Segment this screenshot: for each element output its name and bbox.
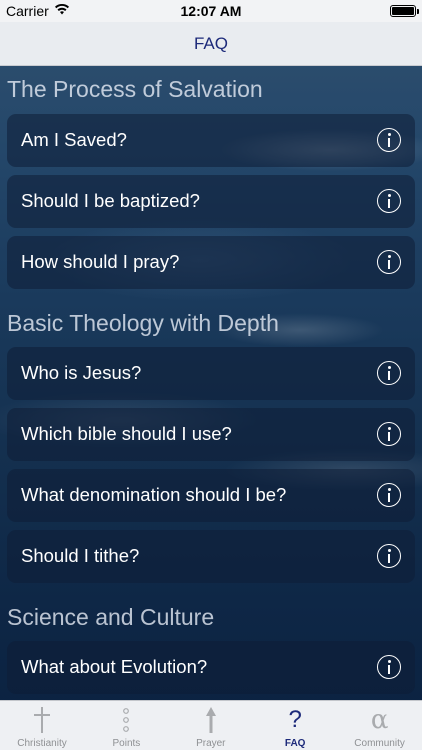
faq-row-label: What about Evolution? bbox=[21, 656, 208, 677]
info-icon[interactable] bbox=[377, 422, 401, 446]
info-icon[interactable] bbox=[377, 128, 401, 152]
faq-row-baptized[interactable]: Should I be baptized? bbox=[7, 175, 415, 228]
alpha-icon: α bbox=[370, 705, 389, 735]
faq-row-am-i-saved[interactable]: Am I Saved? bbox=[7, 114, 415, 167]
status-bar: Carrier 12:07 AM bbox=[0, 0, 422, 22]
status-time: 12:07 AM bbox=[180, 3, 242, 19]
info-icon[interactable] bbox=[377, 250, 401, 274]
tab-points[interactable]: Points bbox=[84, 701, 168, 750]
tab-label: FAQ bbox=[284, 738, 306, 749]
dots-icon bbox=[84, 706, 168, 734]
faq-row-who-is-jesus[interactable]: Who is Jesus? bbox=[7, 347, 415, 400]
tab-label: Points bbox=[112, 738, 141, 749]
faq-row-evolution[interactable]: What about Evolution? bbox=[7, 641, 415, 694]
cross-icon bbox=[0, 706, 84, 734]
tab-community[interactable]: α Community bbox=[338, 701, 422, 750]
info-icon[interactable] bbox=[377, 655, 401, 679]
info-icon[interactable] bbox=[377, 483, 401, 507]
faq-row-label: Should I be baptized? bbox=[21, 190, 200, 211]
faq-row-label: Should I tithe? bbox=[21, 545, 140, 566]
navigation-bar: FAQ bbox=[0, 22, 422, 66]
tab-faq[interactable]: ? FAQ bbox=[253, 701, 337, 750]
tab-prayer[interactable]: Prayer bbox=[169, 701, 253, 750]
faq-list[interactable]: The Process of Salvation Am I Saved? Sho… bbox=[0, 66, 422, 700]
tab-bar: Christianity Points Prayer ? FAQ α Commu… bbox=[0, 700, 422, 750]
battery-icon bbox=[390, 5, 419, 17]
section-header-science: Science and Culture bbox=[7, 604, 215, 630]
question-icon: ? bbox=[288, 706, 302, 733]
faq-row-bible[interactable]: Which bible should I use? bbox=[7, 408, 415, 461]
faq-row-label: Who is Jesus? bbox=[21, 362, 142, 383]
page-title: FAQ bbox=[193, 34, 228, 53]
faq-row-pray[interactable]: How should I pray? bbox=[7, 236, 415, 289]
faq-row-label: How should I pray? bbox=[21, 251, 180, 272]
faq-row-denomination[interactable]: What denomination should I be? bbox=[7, 469, 415, 522]
info-icon[interactable] bbox=[377, 361, 401, 385]
tab-label: Prayer bbox=[196, 738, 226, 749]
faq-row-label: Am I Saved? bbox=[21, 129, 127, 150]
tab-label: Community bbox=[354, 738, 405, 749]
faq-row-label: Which bible should I use? bbox=[21, 423, 232, 444]
info-icon[interactable] bbox=[377, 544, 401, 568]
section-header-theology: Basic Theology with Depth bbox=[7, 310, 279, 336]
arrow-up-icon bbox=[169, 706, 253, 734]
faq-row-label: What denomination should I be? bbox=[21, 484, 287, 505]
info-icon[interactable] bbox=[377, 189, 401, 213]
tab-label: Christianity bbox=[17, 738, 67, 749]
tab-christianity[interactable]: Christianity bbox=[0, 701, 84, 750]
section-header-salvation: The Process of Salvation bbox=[7, 76, 263, 102]
faq-row-tithe[interactable]: Should I tithe? bbox=[7, 530, 415, 583]
